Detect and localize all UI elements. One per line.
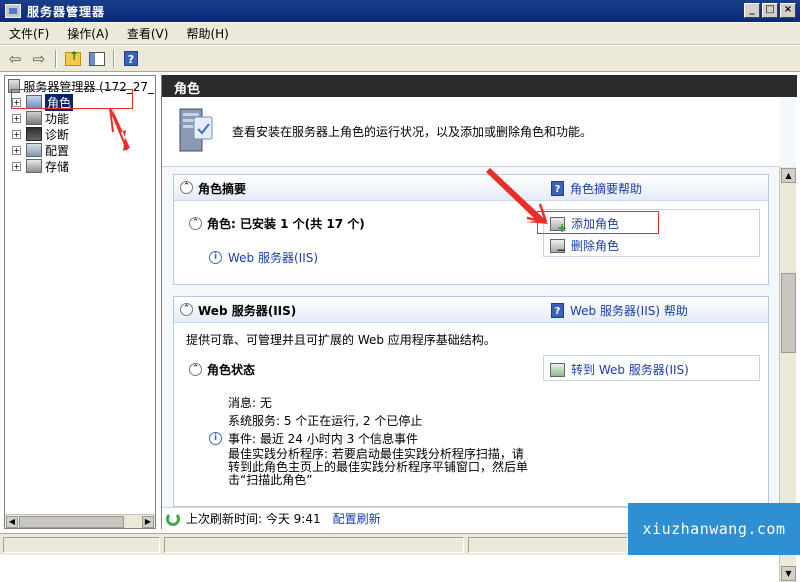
help-button[interactable]: ? (120, 49, 142, 69)
diagnostics-icon (26, 127, 42, 141)
title-bar: 服务器管理器 _ □ × (0, 0, 800, 22)
tree-item-label: 功能 (45, 111, 70, 126)
scroll-up-icon[interactable]: ▲ (781, 168, 796, 183)
info-icon: i (209, 251, 222, 264)
role-summary-help-link[interactable]: ? 角色摘要帮助 (551, 180, 642, 197)
iis-description: 提供可靠、可管理并且可扩展的 Web 应用程序基础结构。 (186, 333, 496, 347)
intro-text: 查看安装在服务器上角色的运行状况，以及添加或删除角色和功能。 (232, 125, 593, 139)
menu-bar: 文件(F) 操作(A) 查看(V) 帮助(H) (0, 23, 800, 45)
tree-item-label: 配置 (45, 143, 70, 158)
iis-actions-box: 转到 Web 服务器(IIS) (543, 355, 760, 381)
scroll-right-icon[interactable]: ▶ (142, 516, 154, 528)
tree-item-configuration[interactable]: + 配置 (12, 142, 69, 158)
annotation-box-roles (11, 89, 133, 109)
system-services-status: 系统服务: 5 个正在运行, 2 个已停止 (228, 414, 423, 428)
iis-help-link[interactable]: ? Web 服务器(IIS) 帮助 (551, 302, 688, 319)
menu-file[interactable]: 文件(F) (0, 25, 58, 42)
collapse-icon[interactable]: ⌃ (180, 181, 193, 194)
goto-iis-button[interactable]: 转到 Web 服务器(IIS) (550, 361, 689, 378)
help-link-label: Web 服务器(IIS) 帮助 (570, 304, 688, 318)
help-icon: ? (124, 51, 138, 66)
panel-title: Web 服务器(IIS) (198, 304, 297, 318)
info-icon: i (209, 432, 222, 445)
panel-title: 角色摘要 (198, 182, 247, 196)
storage-icon (26, 159, 42, 173)
scroll-left-icon[interactable]: ◀ (6, 516, 18, 528)
scroll-thumb[interactable] (19, 516, 124, 528)
help-link-label: 角色摘要帮助 (570, 182, 643, 196)
tree-item-diagnostics[interactable]: + 诊断 (12, 126, 69, 142)
collapse-icon[interactable]: ⌃ (189, 363, 202, 376)
goto-iis-label: 转到 Web 服务器(IIS) (571, 363, 689, 377)
remove-roles-label: 删除角色 (571, 239, 620, 253)
expand-icon[interactable]: + (12, 161, 21, 171)
annotation-box-add-roles (537, 211, 659, 234)
navigation-tree: 服务器管理器 (172_27_ + 角色 + 功能 + 诊断 + 配置 + 存储… (4, 75, 156, 529)
collapse-icon[interactable]: ⌃ (180, 303, 193, 316)
role-status: ⌃ 角色状态 (189, 361, 255, 378)
iis-panel: ⌃ Web 服务器(IIS) ? Web 服务器(IIS) 帮助 提供可靠、可管… (173, 296, 769, 507)
toolbar: ⇦ ⇨ ? (0, 46, 800, 72)
installed-role-item: i Web 服务器(IIS) (209, 249, 318, 266)
last-refresh-text: 上次刷新时间: 今天 9:41 (186, 512, 321, 526)
goto-icon (550, 362, 565, 377)
close-button[interactable]: × (780, 3, 796, 18)
menu-help[interactable]: 帮助(H) (177, 25, 237, 42)
events-label: 事件: 最近 24 小时内 3 个信息事件 (228, 432, 419, 446)
menu-view[interactable]: 查看(V) (118, 25, 178, 42)
remove-roles-icon (550, 238, 566, 257)
tree-item-label: 诊断 (45, 127, 70, 142)
watermark: xiuzhanwang.com (628, 503, 800, 555)
help-icon: ? (551, 181, 564, 196)
server-manager-icon (5, 4, 21, 18)
intro-section: 查看安装在服务器上角色的运行状况，以及添加或删除角色和功能。 (162, 97, 780, 167)
role-summary-panel: ⌃ 角色摘要 ? 角色摘要帮助 ⌃ 角色: 已安装 1 个(共 17 个) i … (173, 174, 769, 285)
folder-up-icon (65, 49, 81, 66)
scroll-thumb[interactable] (781, 273, 796, 353)
help-icon: ? (551, 303, 564, 318)
roles-count-label: 角色: 已安装 1 个(共 17 个) (207, 217, 365, 231)
tree-item-storage[interactable]: + 存储 (12, 158, 69, 174)
page-title: 角色 (162, 75, 797, 97)
tree-item-features[interactable]: + 功能 (12, 110, 69, 126)
events-status: i 事件: 最近 24 小时内 3 个信息事件 (209, 430, 418, 447)
features-icon (26, 111, 42, 125)
messages-status: 消息: 无 (228, 396, 272, 410)
roles-count: ⌃ 角色: 已安装 1 个(共 17 个) (189, 215, 365, 232)
maximize-button[interactable]: □ (762, 3, 778, 18)
back-arrow-icon[interactable]: ⇦ (4, 49, 26, 69)
configuration-icon (26, 143, 42, 157)
console-tree-icon (89, 51, 105, 66)
refresh-icon[interactable] (166, 511, 180, 526)
menu-action[interactable]: 操作(A) (58, 25, 118, 42)
expand-icon[interactable]: + (12, 145, 21, 155)
server-roles-icon (179, 108, 213, 152)
iis-role-link[interactable]: Web 服务器(IIS) (228, 249, 318, 266)
content-pane: 角色 查看安装在服务器上角色的运行状况，以及添加或删除角色和功能。 ⌃ 角色摘要… (161, 75, 797, 582)
scroll-down-icon[interactable]: ▼ (781, 566, 796, 581)
tree-horizontal-scrollbar[interactable]: ◀ ▶ (5, 514, 155, 528)
remove-roles-button[interactable]: 删除角色 (550, 237, 620, 257)
tree-item-label: 存储 (45, 159, 70, 174)
forward-arrow-icon[interactable]: ⇨ (28, 49, 50, 69)
expand-icon[interactable]: + (12, 129, 21, 139)
up-folder-button[interactable] (62, 49, 84, 69)
role-status-label: 角色状态 (207, 363, 256, 377)
window-title: 服务器管理器 (27, 4, 106, 19)
expand-icon[interactable]: + (12, 113, 21, 123)
bpa-line: 击“扫描此角色” (228, 473, 313, 487)
collapse-icon[interactable]: ⌃ (189, 217, 202, 230)
configure-refresh-link[interactable]: 配置刷新 (333, 510, 381, 527)
show-hide-tree-button[interactable] (86, 49, 108, 69)
bpa-text: 最佳实践分析程序: 若要启动最佳实践分析程序扫描，请 转到此角色主页上的最佳实践… (228, 448, 528, 487)
minimize-button[interactable]: _ (744, 3, 760, 18)
